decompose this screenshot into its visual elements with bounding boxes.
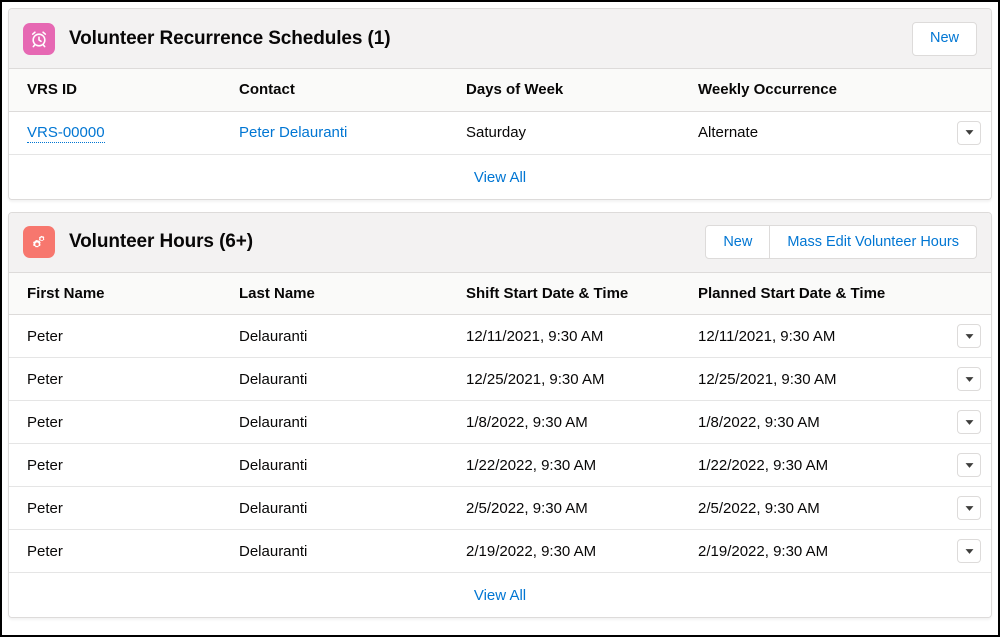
contact-link[interactable]: Peter Delauranti (239, 124, 347, 141)
page-title-hours: Volunteer Hours (6+) (69, 231, 253, 252)
cell-row-actions (935, 314, 991, 358)
column-header-last-name[interactable]: Last Name (239, 272, 466, 315)
column-header-vrs-id[interactable]: VRS ID (9, 69, 239, 112)
mass-edit-volunteer-hours-button[interactable]: Mass Edit Volunteer Hours (770, 225, 977, 259)
table-row: VRS-00000 Peter Delauranti Saturday Alte… (9, 111, 991, 155)
card-footer-hours: View All (9, 573, 991, 617)
cell-first-name: Peter (9, 400, 239, 444)
volunteer-hours-card: Volunteer Hours (6+) New Mass Edit Volun… (8, 211, 992, 618)
card-header-hours: Volunteer Hours (6+) New Mass Edit Volun… (9, 212, 991, 273)
gears-icon (23, 226, 55, 258)
cell-row-actions (935, 400, 991, 444)
volunteer-hours-button-group: New Mass Edit Volunteer Hours (705, 225, 977, 259)
volunteer-recurrence-schedules-card: Volunteer Recurrence Schedules (1) New V… (8, 8, 992, 200)
card-title-wrap-hours: Volunteer Hours (6+) (23, 226, 705, 258)
card-actions-vrs: New (911, 21, 977, 56)
cell-first-name: Peter (9, 486, 239, 530)
column-header-weekly-occurrence[interactable]: Weekly Occurrence (698, 69, 935, 112)
row-actions-caret-icon[interactable] (957, 453, 981, 477)
cell-planned-start: 12/11/2021, 9:30 AM (698, 314, 935, 358)
cell-shift-start: 2/19/2022, 9:30 AM (466, 529, 698, 573)
table-row: Peter Delauranti 1/8/2022, 9:30 AM 1/8/2… (9, 400, 991, 444)
row-actions-caret-icon[interactable] (957, 539, 981, 563)
cell-planned-start: 2/5/2022, 9:30 AM (698, 486, 935, 530)
view-all-link-hours[interactable]: View All (474, 587, 526, 604)
cell-planned-start: 12/25/2021, 9:30 AM (698, 357, 935, 401)
related-lists-container: Volunteer Recurrence Schedules (1) New V… (2, 2, 998, 635)
row-actions-caret-icon[interactable] (957, 496, 981, 520)
cell-first-name: Peter (9, 443, 239, 487)
cell-shift-start: 1/22/2022, 9:30 AM (466, 443, 698, 487)
row-actions-caret-icon[interactable] (957, 120, 981, 145)
cell-last-name: Delauranti (239, 357, 466, 401)
cell-first-name: Peter (9, 357, 239, 401)
screenshot-frame: Volunteer Recurrence Schedules (1) New V… (0, 0, 1000, 637)
cell-weekly-occurrence: Alternate (698, 111, 935, 155)
table-row: Peter Delauranti 1/22/2022, 9:30 AM 1/22… (9, 443, 991, 487)
vrs-table-head: VRS ID Contact Days of Week Weekly Occur… (9, 69, 991, 112)
cell-row-actions (935, 111, 991, 155)
cell-last-name: Delauranti (239, 443, 466, 487)
column-header-days-of-week[interactable]: Days of Week (466, 69, 698, 112)
cell-shift-start: 12/25/2021, 9:30 AM (466, 357, 698, 401)
new-volunteer-hours-button[interactable]: New (705, 225, 771, 259)
row-actions-caret-icon[interactable] (957, 410, 981, 434)
cell-shift-start: 12/11/2021, 9:30 AM (466, 314, 698, 358)
new-vrs-button[interactable]: New (911, 21, 977, 56)
cell-row-actions (935, 529, 991, 573)
cell-shift-start: 1/8/2022, 9:30 AM (466, 400, 698, 444)
column-header-first-name[interactable]: First Name (9, 272, 239, 315)
row-actions-caret-icon[interactable] (957, 324, 981, 348)
cell-planned-start: 1/8/2022, 9:30 AM (698, 400, 935, 444)
cell-first-name: Peter (9, 529, 239, 573)
volunteer-hours-table: First Name Last Name Shift Start Date & … (9, 272, 991, 573)
view-all-link-vrs[interactable]: View All (474, 169, 526, 186)
column-header-contact[interactable]: Contact (239, 69, 466, 112)
table-row: Peter Delauranti 2/5/2022, 9:30 AM 2/5/2… (9, 486, 991, 530)
cell-planned-start: 2/19/2022, 9:30 AM (698, 529, 935, 573)
vrs-table-body: VRS-00000 Peter Delauranti Saturday Alte… (9, 111, 991, 155)
column-header-actions (935, 69, 991, 112)
alarm-clock-icon (23, 22, 55, 55)
row-actions-caret-icon[interactable] (957, 367, 981, 391)
cell-first-name: Peter (9, 314, 239, 358)
table-row: Peter Delauranti 2/19/2022, 9:30 AM 2/19… (9, 529, 991, 573)
cell-row-actions (935, 443, 991, 487)
table-header-row: First Name Last Name Shift Start Date & … (9, 272, 991, 315)
cell-planned-start: 1/22/2022, 9:30 AM (698, 443, 935, 487)
column-header-planned-start[interactable]: Planned Start Date & Time (698, 272, 935, 315)
vrs-table: VRS ID Contact Days of Week Weekly Occur… (9, 69, 991, 155)
column-header-actions (935, 272, 991, 315)
card-footer-vrs: View All (9, 154, 991, 199)
table-row: Peter Delauranti 12/25/2021, 9:30 AM 12/… (9, 357, 991, 401)
card-actions-hours: New Mass Edit Volunteer Hours (705, 225, 977, 259)
volunteer-hours-table-head: First Name Last Name Shift Start Date & … (9, 272, 991, 315)
card-header-vrs: Volunteer Recurrence Schedules (1) New (9, 9, 991, 69)
table-row: Peter Delauranti 12/11/2021, 9:30 AM 12/… (9, 314, 991, 358)
volunteer-hours-table-body: Peter Delauranti 12/11/2021, 9:30 AM 12/… (9, 314, 991, 573)
cell-last-name: Delauranti (239, 314, 466, 358)
table-header-row: VRS ID Contact Days of Week Weekly Occur… (9, 69, 991, 112)
card-title-wrap-vrs: Volunteer Recurrence Schedules (1) (23, 22, 912, 55)
cell-vrs-id: VRS-00000 (9, 111, 239, 155)
cell-last-name: Delauranti (239, 529, 466, 573)
cell-shift-start: 2/5/2022, 9:30 AM (466, 486, 698, 530)
vrs-id-link[interactable]: VRS-00000 (27, 124, 105, 143)
cell-last-name: Delauranti (239, 486, 466, 530)
cell-last-name: Delauranti (239, 400, 466, 444)
cell-row-actions (935, 486, 991, 530)
cell-days-of-week: Saturday (466, 111, 698, 155)
column-header-shift-start[interactable]: Shift Start Date & Time (466, 272, 698, 315)
cell-contact: Peter Delauranti (239, 111, 466, 155)
page-title: Volunteer Recurrence Schedules (1) (69, 27, 391, 49)
cell-row-actions (935, 357, 991, 401)
